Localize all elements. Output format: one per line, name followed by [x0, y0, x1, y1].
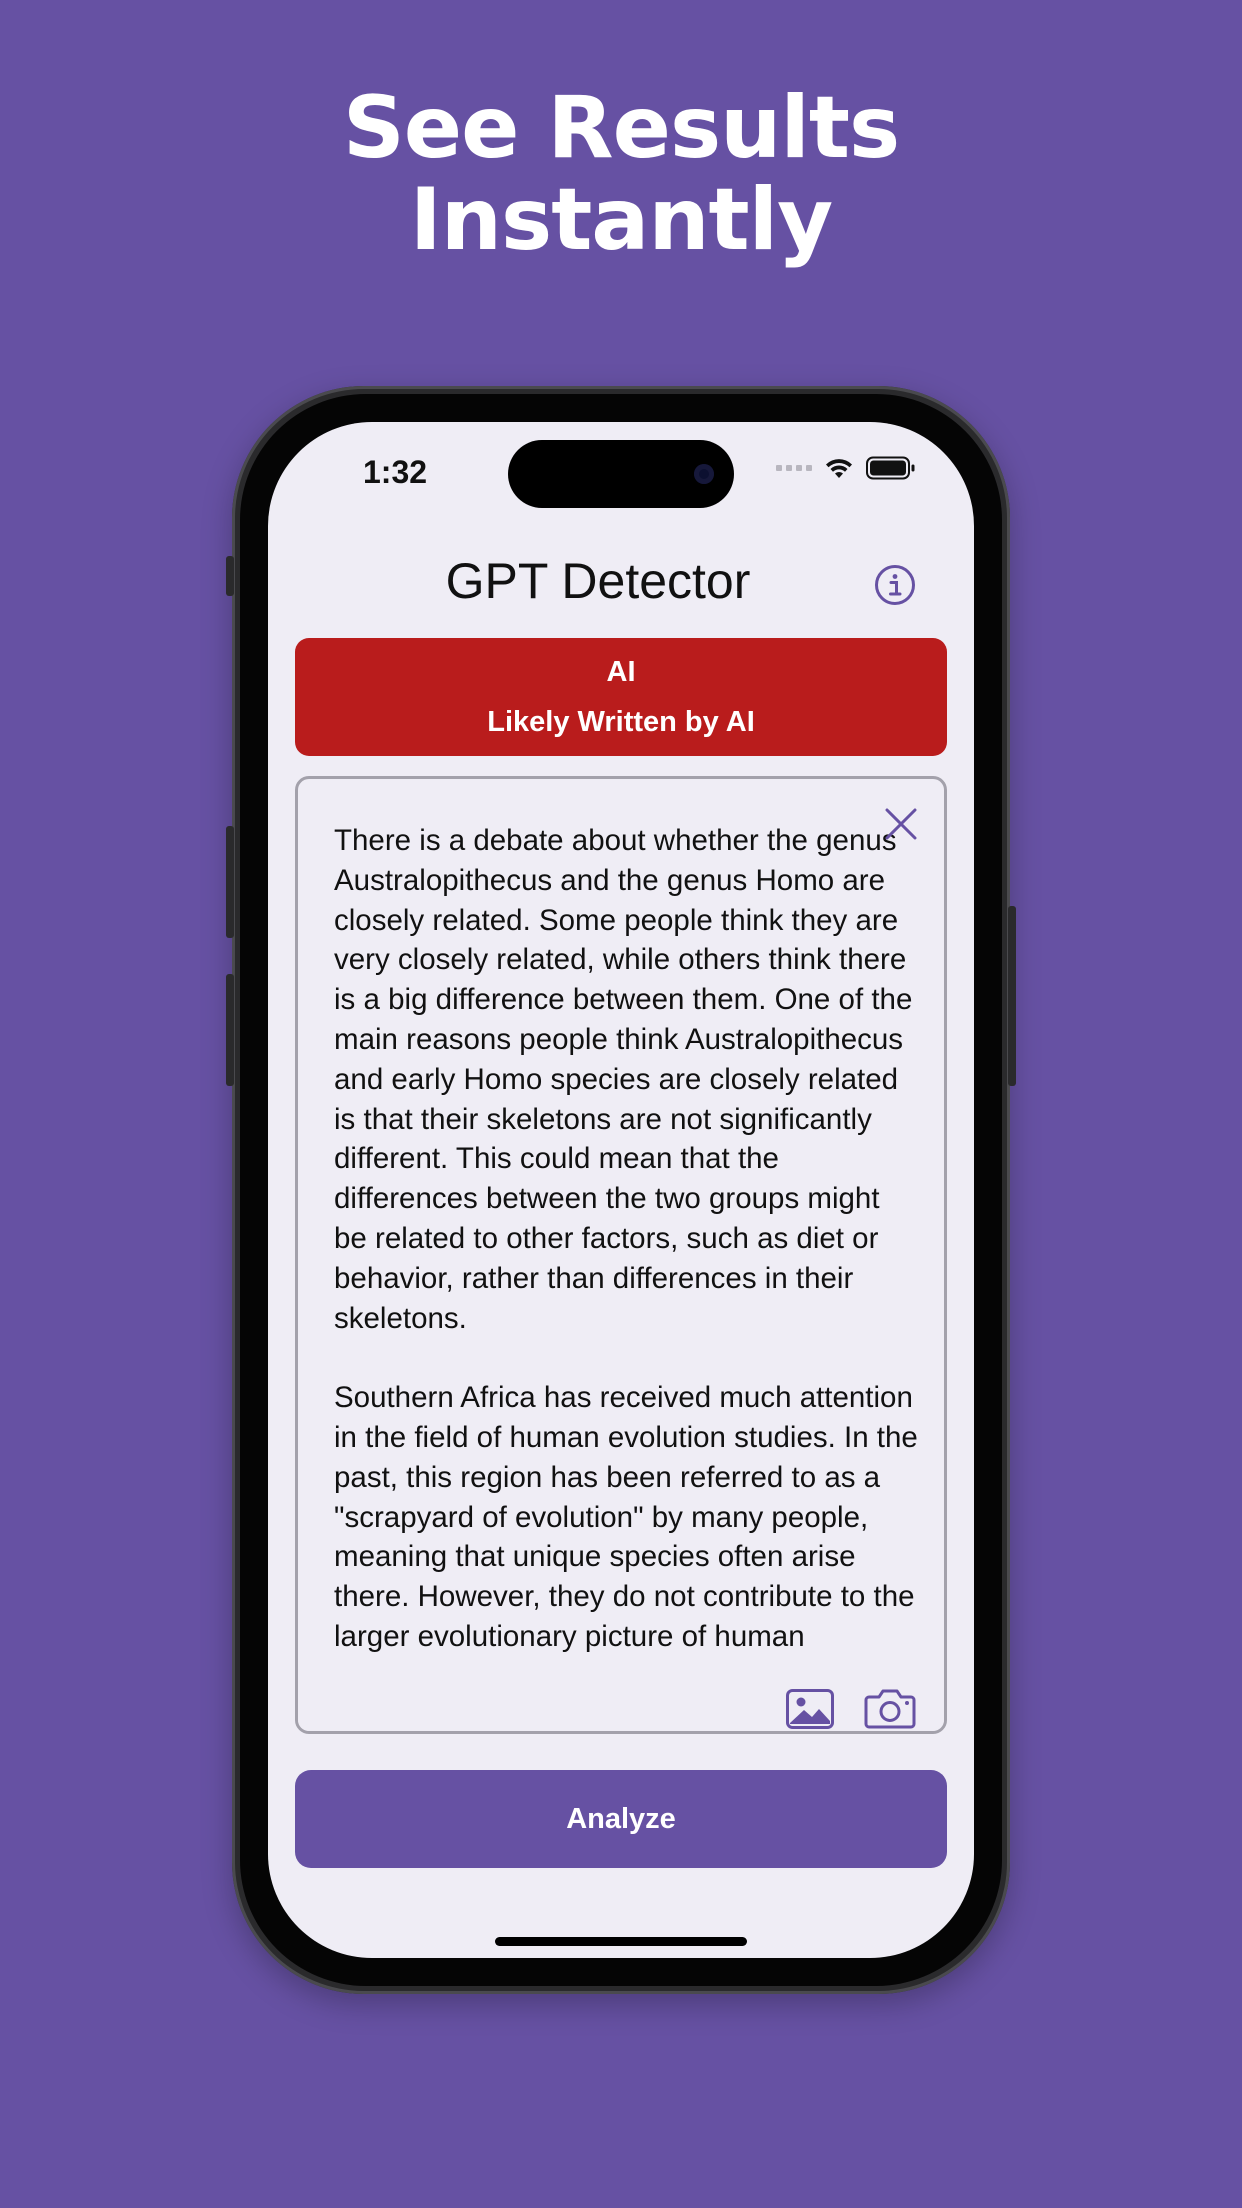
- volume-down-button: [226, 974, 234, 1086]
- phone-screen: 1:32 GPT Detector AI Likely Written by A…: [268, 422, 974, 1958]
- app-store-screenshot: See Results Instantly 1:32 GPT Detector …: [0, 0, 1242, 2208]
- wifi-icon: [826, 459, 852, 478]
- dynamic-island: [508, 440, 734, 508]
- status-indicators: [776, 456, 916, 480]
- front-camera: [694, 464, 714, 484]
- result-label: AI: [606, 656, 636, 688]
- result-description: Likely Written by AI: [487, 706, 755, 738]
- headline-line-1: See Results: [342, 78, 900, 178]
- input-text[interactable]: There is a debate about whether the genu…: [334, 821, 918, 1713]
- cellular-signal-icon: [776, 465, 812, 471]
- home-indicator: [495, 1937, 747, 1946]
- photo-library-icon[interactable]: [786, 1689, 834, 1729]
- status-time: 1:32: [363, 454, 428, 490]
- volume-up-button: [226, 826, 234, 938]
- headline-line-2: Instantly: [409, 170, 833, 270]
- analyze-button[interactable]: Analyze: [295, 1770, 947, 1868]
- power-button: [1008, 906, 1016, 1086]
- close-icon[interactable]: [884, 807, 918, 841]
- camera-icon[interactable]: [864, 1687, 916, 1729]
- marketing-headline: See Results Instantly: [0, 82, 1242, 266]
- text-fade-overlay: [298, 1691, 944, 1731]
- nav-title: GPT Detector: [445, 553, 751, 609]
- result-banner: AI Likely Written by AI: [295, 638, 947, 756]
- mute-switch: [226, 556, 234, 596]
- battery-icon: [866, 456, 915, 480]
- text-input-area[interactable]: There is a debate about whether the genu…: [295, 776, 947, 1734]
- info-circle-icon[interactable]: [874, 564, 916, 606]
